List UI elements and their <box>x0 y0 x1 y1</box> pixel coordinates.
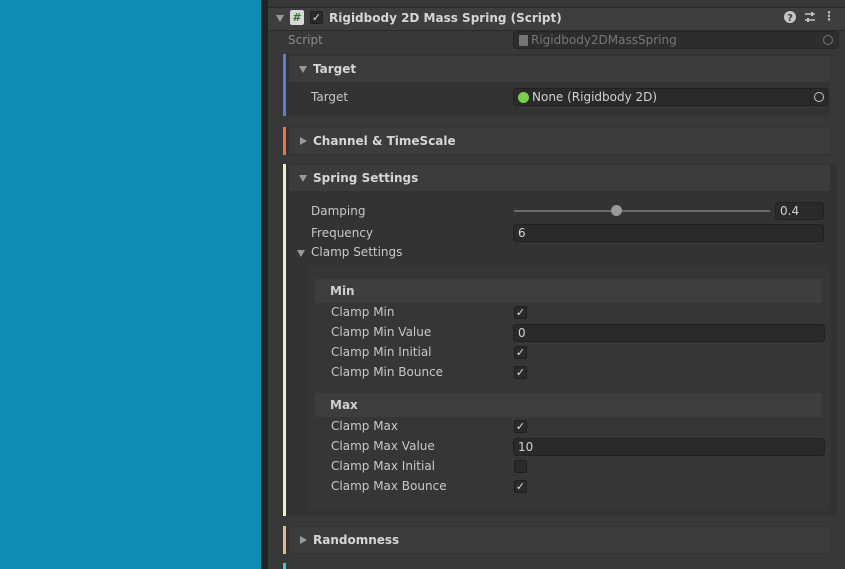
clamp-min-value-input[interactable]: 0 <box>513 324 825 342</box>
script-field: Rigidbody2DMassSpring <box>513 31 839 49</box>
script-label: Script <box>288 33 323 47</box>
rigidbody-icon <box>518 92 529 103</box>
spring-foldout-icon[interactable] <box>299 175 307 182</box>
max-group-header: Max <box>315 393 822 417</box>
damping-slider-thumb[interactable] <box>610 205 622 216</box>
frequency-label: Frequency <box>311 226 373 240</box>
randomness-section-header[interactable]: Randomness <box>289 527 830 553</box>
preset-icon[interactable] <box>802 10 818 26</box>
clamp-min-initial-checkbox[interactable]: ✓ <box>514 346 527 359</box>
channel-section-stripe <box>283 127 286 155</box>
target-foldout-icon[interactable] <box>299 66 307 73</box>
target-picker-icon[interactable] <box>814 92 824 102</box>
clamp-max-bounce-label: Clamp Max Bounce <box>331 479 447 493</box>
help-icon[interactable]: ? <box>782 10 798 26</box>
clamp-min-initial-label: Clamp Min Initial <box>331 345 432 359</box>
clamp-max-value-input[interactable]: 10 <box>513 438 825 456</box>
clamp-settings-label: Clamp Settings <box>311 245 403 259</box>
channel-section-title: Channel & TimeScale <box>313 134 456 148</box>
spring-section-title: Spring Settings <box>313 171 419 185</box>
more-icon[interactable]: ⋮ <box>823 9 835 27</box>
target-section-title: Target <box>313 62 357 76</box>
target-section-header[interactable]: Target <box>289 56 830 82</box>
target-object-field[interactable]: None (Rigidbody 2D) <box>513 88 828 106</box>
target-section-stripe <box>283 54 286 116</box>
inspector-panel: # ✓ Rigidbody 2D Mass Spring (Script) ? … <box>268 0 845 569</box>
target-value: None (Rigidbody 2D) <box>532 90 658 104</box>
channel-section-header[interactable]: Channel & TimeScale <box>289 128 830 154</box>
min-group-header: Min <box>315 279 822 303</box>
script-file-icon <box>519 35 528 46</box>
clamp-min-bounce-label: Clamp Min Bounce <box>331 365 444 379</box>
scene-viewport[interactable] <box>0 0 261 569</box>
clamp-max-bounce-checkbox[interactable]: ✓ <box>514 480 527 493</box>
damping-input[interactable]: 0.4 <box>775 202 824 220</box>
damping-label: Damping <box>311 204 366 218</box>
randomness-section-title: Randomness <box>313 533 400 547</box>
object-picker-icon <box>823 35 833 45</box>
max-group-title: Max <box>330 398 358 412</box>
clamp-max-label: Clamp Max <box>331 419 398 433</box>
component-enabled-checkbox[interactable]: ✓ <box>310 11 323 24</box>
clamp-min-value-label: Clamp Min Value <box>331 325 432 339</box>
channel-foldout-icon[interactable] <box>300 137 307 145</box>
svg-text:?: ? <box>787 13 793 24</box>
frequency-input[interactable]: 6 <box>513 224 824 242</box>
randomness-foldout-icon[interactable] <box>300 536 307 544</box>
picker-divider <box>810 89 811 105</box>
component-foldout-icon[interactable] <box>276 15 284 22</box>
next-section-stripe <box>283 563 286 569</box>
clamp-min-bounce-checkbox[interactable]: ✓ <box>514 366 527 379</box>
randomness-section-stripe <box>283 526 286 554</box>
component-title: Rigidbody 2D Mass Spring (Script) <box>329 11 562 25</box>
damping-slider-track[interactable] <box>514 205 770 216</box>
component-header[interactable]: # ✓ Rigidbody 2D Mass Spring (Script) ? … <box>268 8 845 30</box>
script-hash-icon: # <box>290 10 304 25</box>
clamp-max-initial-label: Clamp Max Initial <box>331 459 436 473</box>
clamp-max-initial-checkbox[interactable] <box>514 460 527 473</box>
clamp-foldout-icon[interactable] <box>297 250 305 257</box>
target-label: Target <box>311 90 349 104</box>
spring-section-header[interactable]: Spring Settings <box>289 165 830 191</box>
clamp-max-value-label: Clamp Max Value <box>331 439 435 453</box>
clamp-min-label: Clamp Min <box>331 305 395 319</box>
spring-section-stripe <box>283 164 286 516</box>
script-value: Rigidbody2DMassSpring <box>531 33 677 47</box>
clamp-max-checkbox[interactable]: ✓ <box>514 420 527 433</box>
min-group-title: Min <box>330 284 355 298</box>
panel-splitter[interactable] <box>261 0 268 569</box>
clamp-min-checkbox[interactable]: ✓ <box>514 306 527 319</box>
